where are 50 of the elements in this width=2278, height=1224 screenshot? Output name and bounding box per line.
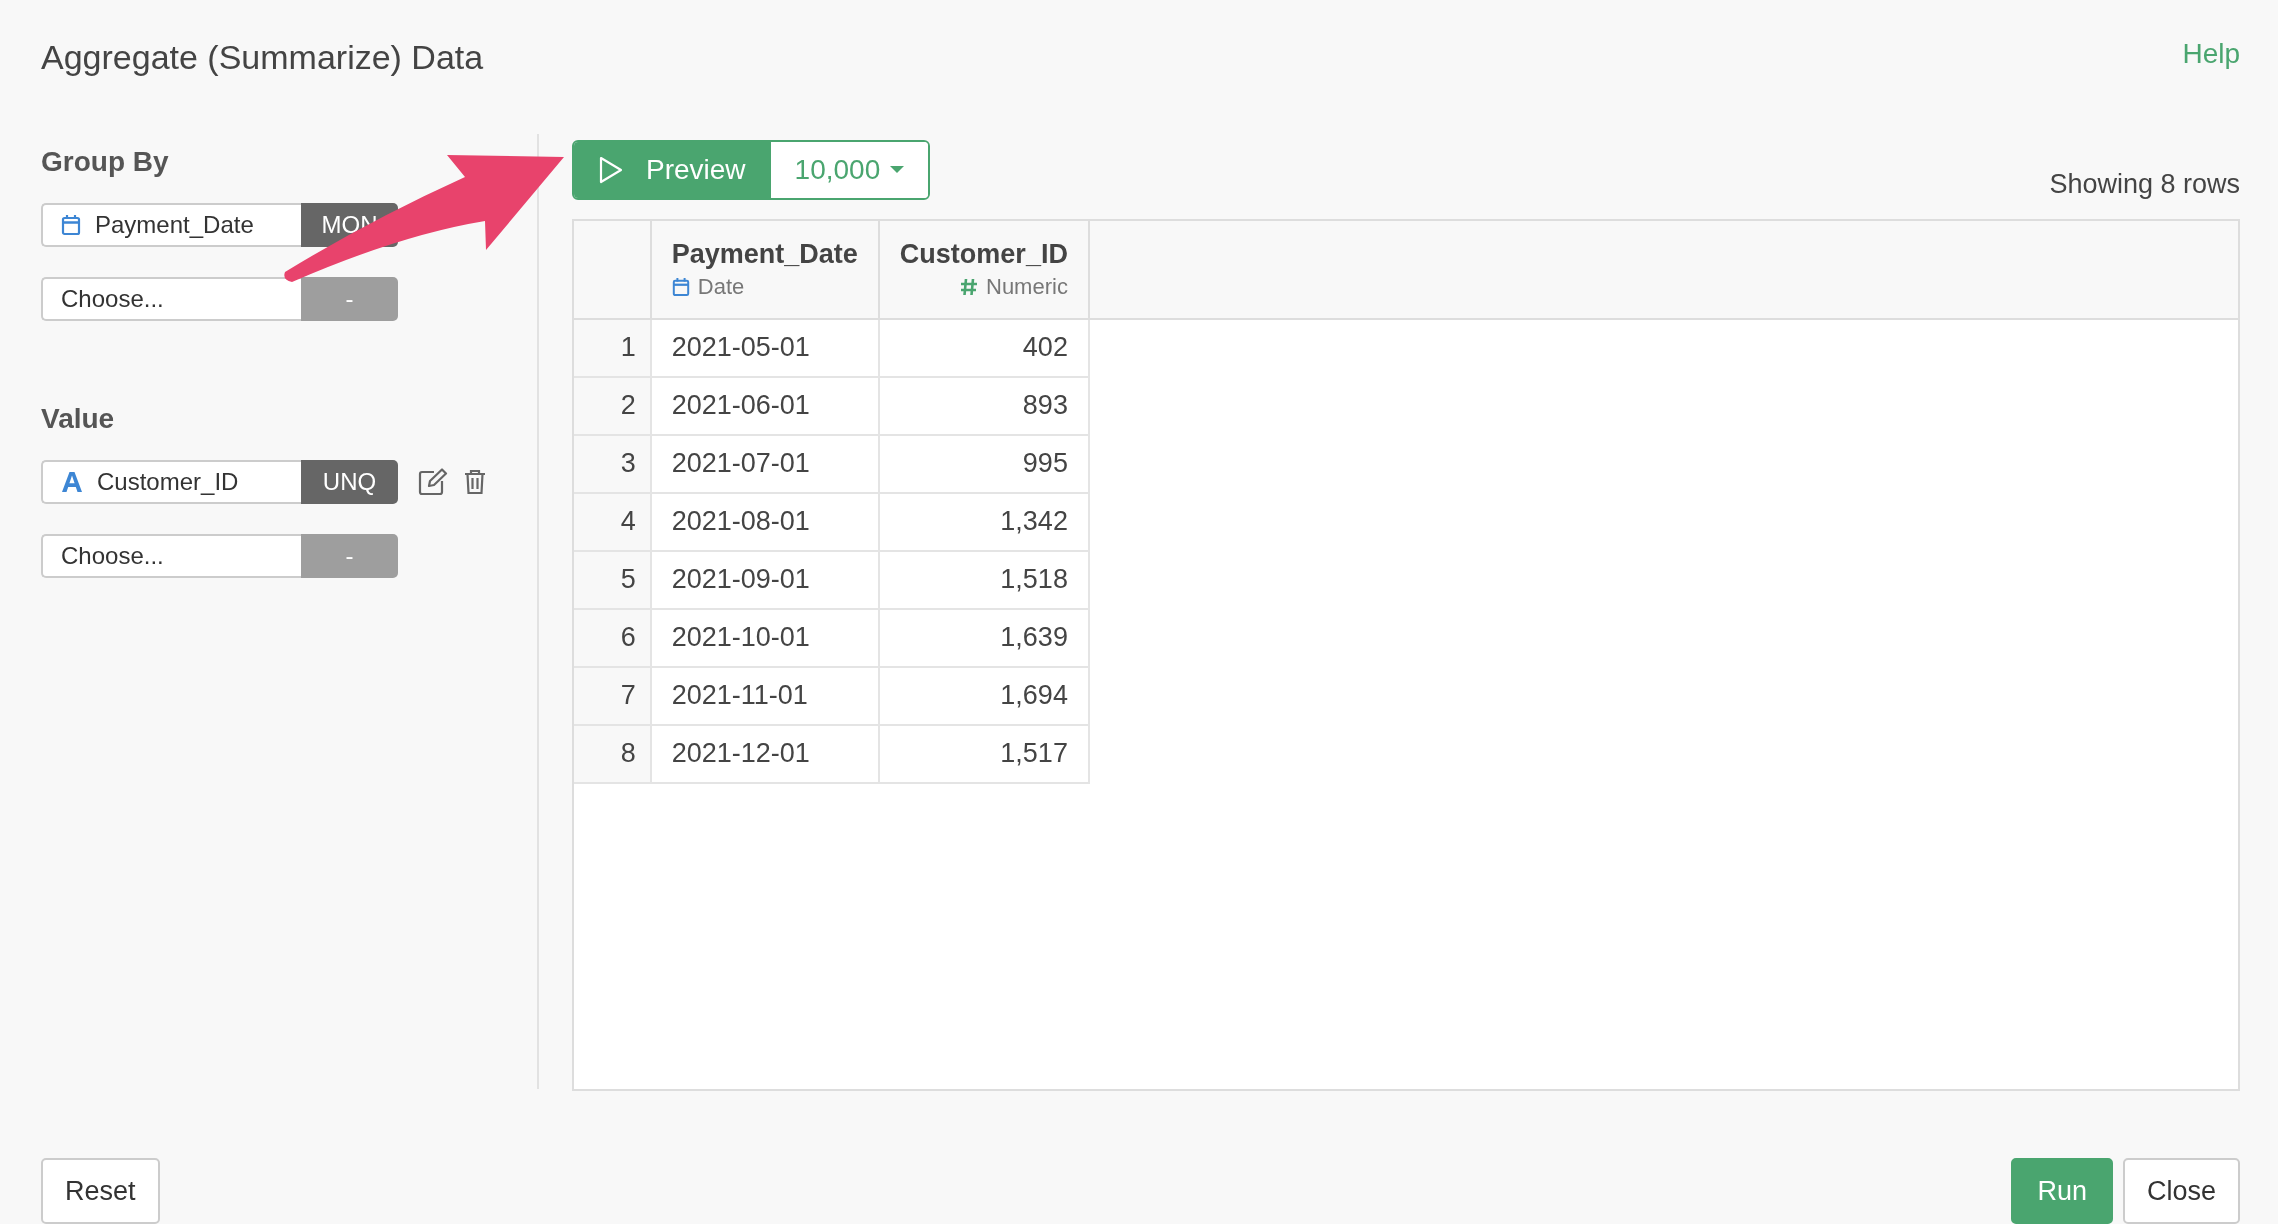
table-cell: 2021-09-01 (650, 550, 879, 609)
row-number: 2 (574, 376, 651, 435)
table-cell: 2021-10-01 (650, 608, 879, 667)
column-header: Customer_ID (899, 238, 1068, 270)
table-cell: 2021-06-01 (650, 376, 879, 435)
letter-a-icon (61, 470, 83, 493)
table-cell: 1,517 (878, 724, 1089, 783)
column-select[interactable]: Customer_ID (41, 459, 301, 504)
row-number: 8 (574, 724, 651, 783)
column-type: Numeric (986, 273, 1068, 300)
trash-icon[interactable] (464, 468, 486, 495)
hash-icon (960, 277, 978, 296)
play-icon (598, 155, 624, 184)
table-cell: 402 (878, 318, 1089, 377)
row-limit-dropdown[interactable]: 10,000 (770, 141, 929, 198)
run-button[interactable]: Run (2011, 1158, 2113, 1224)
column-select[interactable]: Choose... (41, 533, 301, 578)
table-cell: 2021-08-01 (650, 492, 879, 551)
table-cell: 2021-11-01 (650, 666, 879, 725)
aggregation-button[interactable]: UNQ (301, 459, 398, 504)
caret-icon (890, 165, 905, 174)
row-number: 6 (574, 608, 651, 667)
table-cell: 1,694 (878, 666, 1089, 725)
row-number: 3 (574, 434, 651, 493)
row-number: 1 (574, 318, 651, 377)
row-count: Showing 8 rows (2049, 168, 2240, 200)
preview-button[interactable]: Preview (574, 141, 771, 198)
table-cell: 893 (878, 376, 1089, 435)
column-select[interactable]: Choose... (41, 276, 301, 321)
row-number: 5 (574, 550, 651, 609)
table-cell: 995 (878, 434, 1089, 493)
close-button[interactable]: Close (2122, 1158, 2240, 1224)
table-cell: 2021-12-01 (650, 724, 879, 783)
column-select[interactable]: Payment_Date (41, 202, 301, 247)
column-header: Payment_Date (671, 238, 858, 270)
dialog-title: Aggregate (Summarize) Data (41, 38, 484, 77)
table-cell: 1,342 (878, 492, 1089, 551)
row-number: 4 (574, 492, 651, 551)
table-cell: 1,639 (878, 608, 1089, 667)
section-label: Value (41, 402, 116, 435)
calendar-icon (61, 213, 81, 236)
table-cell: 1,518 (878, 550, 1089, 609)
reset-button[interactable]: Reset (41, 1158, 160, 1224)
table-cell: 2021-05-01 (650, 318, 879, 377)
column-type: Date (697, 273, 745, 300)
calendar-icon (671, 276, 690, 297)
table-cell: 2021-07-01 (650, 434, 879, 493)
section-label: Group By (41, 145, 170, 178)
row-number: 7 (574, 666, 651, 725)
edit-icon[interactable] (418, 467, 448, 496)
